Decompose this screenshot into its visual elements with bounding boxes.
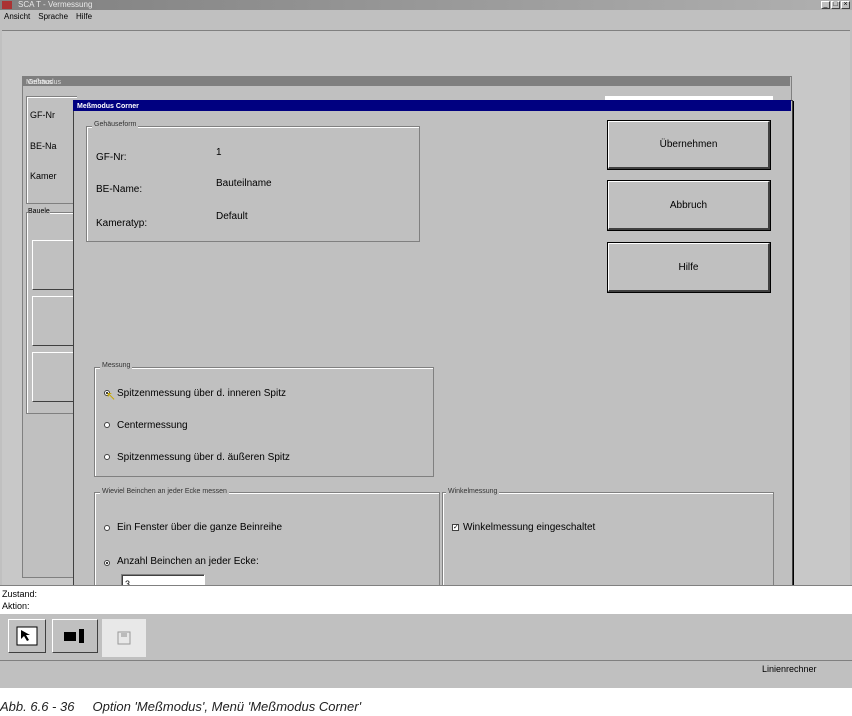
outer-tip-radio[interactable] <box>104 454 110 460</box>
background-field-bename: BE-Na <box>30 141 57 151</box>
outer-tip-label[interactable]: Spitzenmessung über d. äußeren Spitz <box>117 452 290 463</box>
camera-icon <box>64 629 84 643</box>
center-label[interactable]: Centermessung <box>117 420 188 431</box>
action-label: Aktion: <box>2 601 30 611</box>
minimize-icon[interactable]: _ <box>821 1 830 9</box>
pin-count-radio[interactable] <box>104 560 110 566</box>
menubar: Ansicht Sprache Hilfe <box>0 10 852 24</box>
background-group2-label: Bauele <box>28 208 50 215</box>
pointer-icon <box>16 626 38 646</box>
bename-value: Bauteilname <box>216 178 272 189</box>
background-button-1[interactable] <box>32 240 75 290</box>
background-button-3[interactable] <box>32 352 75 402</box>
app-icon <box>2 1 12 9</box>
menu-sprache[interactable]: Sprache <box>38 10 68 24</box>
angle-checkbox-label[interactable]: Winkelmessung eingeschaltet <box>463 522 595 533</box>
cancel-button-label: Abbruch <box>669 199 708 211</box>
housing-group-label: Gehäuseform <box>92 121 139 128</box>
bename-label: BE-Name: <box>96 184 143 195</box>
pins-group-label: Wieviel Beinchen an jeder Ecke messen <box>100 488 229 495</box>
single-window-label[interactable]: Ein Fenster über die ganze Beinreihe <box>117 522 282 533</box>
toolbar-button-camera[interactable] <box>52 619 98 653</box>
close-icon[interactable]: × <box>841 1 850 9</box>
help-button-label: Hilfe <box>678 261 699 273</box>
app-titlebar: SCA T - Vermessung <box>0 0 852 10</box>
status-right-text: Linienrechner <box>762 664 817 674</box>
gfnr-label: GF-Nr: <box>96 152 127 163</box>
menu-ansicht[interactable]: Ansicht <box>4 10 30 24</box>
dialog-title: Meßmodus Corner <box>77 103 139 110</box>
app-title: SCA T - Vermessung <box>18 0 93 9</box>
figure-caption: Abb. 6.6 - 36 Option 'Meßmodus', Menü 'M… <box>0 699 362 714</box>
status-panel <box>0 585 852 614</box>
camera-type-label: Kameratyp: <box>96 218 148 229</box>
center-radio[interactable] <box>104 422 110 428</box>
cursor-icon: ↖ <box>106 389 117 403</box>
disk-icon <box>117 631 131 645</box>
background-button-2[interactable] <box>32 296 75 346</box>
background-window-titlebar: Meßmodus <box>22 76 790 86</box>
angle-checkbox[interactable]: ✓ <box>452 524 459 531</box>
measurement-group-label: Messung <box>100 362 133 369</box>
background-group-label: Gehäus <box>28 79 53 86</box>
state-label: Zustand: <box>2 589 38 599</box>
background-field-gfnr: GF-Nr <box>30 110 55 120</box>
toolbar-button-disk[interactable] <box>102 619 146 657</box>
angle-group-label: Winkelmessung <box>446 488 500 495</box>
pin-count-label[interactable]: Anzahl Beinchen an jeder Ecke: <box>117 556 259 567</box>
toolbar-button-pointer[interactable] <box>8 619 46 653</box>
maximize-icon[interactable]: □ <box>831 1 840 9</box>
gfnr-value: 1 <box>216 147 222 158</box>
background-field-kamera: Kamer <box>30 171 57 181</box>
camera-type-value: Default <box>216 211 248 222</box>
single-window-radio[interactable] <box>104 525 110 531</box>
status-bar <box>0 660 852 687</box>
apply-button-label: Übernehmen <box>659 139 718 150</box>
window-controls: _ □ × <box>821 1 850 9</box>
menu-hilfe[interactable]: Hilfe <box>76 10 92 24</box>
apply-button[interactable]: Übernehmen <box>607 120 771 170</box>
cancel-button[interactable]: Abbruch <box>607 180 771 231</box>
help-button[interactable]: Hilfe <box>607 242 771 293</box>
inner-tip-label[interactable]: Spitzenmessung über d. inneren Spitz <box>117 388 286 399</box>
dialog-titlebar: Meßmodus Corner <box>73 100 791 111</box>
